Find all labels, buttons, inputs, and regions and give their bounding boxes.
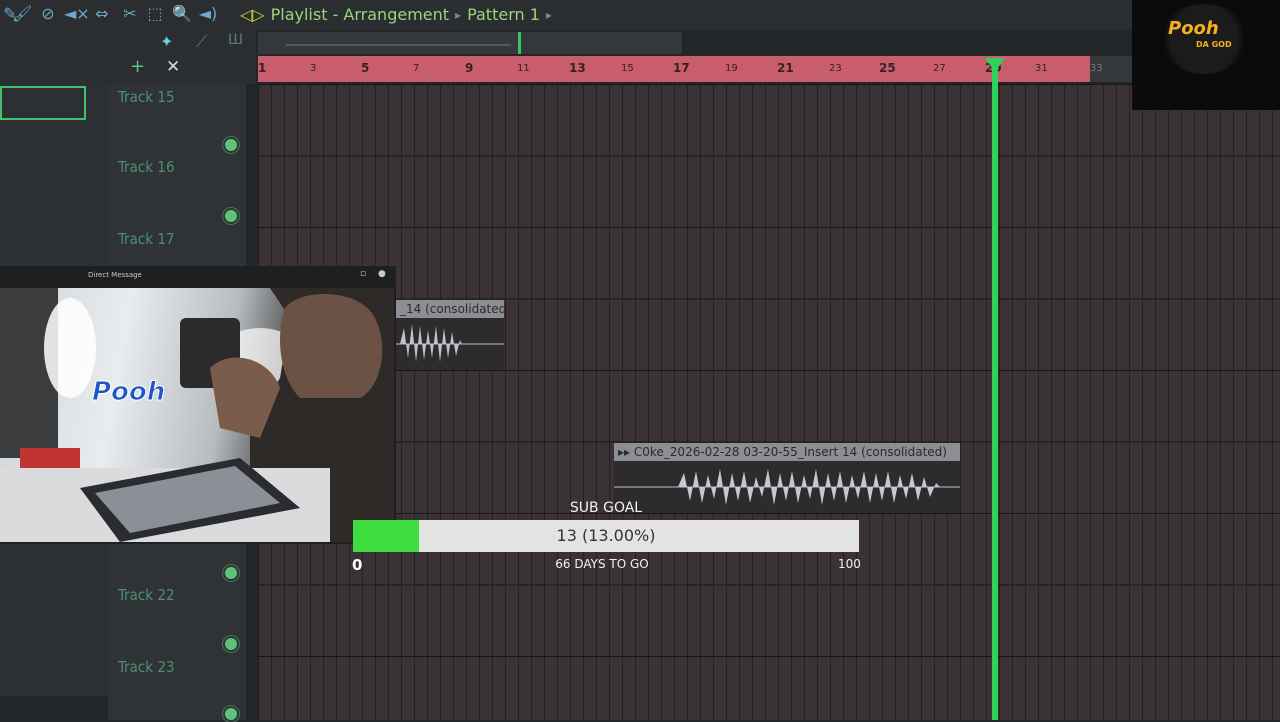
track-enable-led[interactable] [223,636,239,652]
ruler-tick-label: 25 [879,61,896,75]
playhead[interactable] [992,58,998,720]
minimize-icon[interactable]: ▫ [360,269,366,279]
close-icon[interactable]: ✕ [166,57,180,77]
ruler-tick-label: 27 [933,63,946,74]
add-track-icon[interactable]: + [130,56,145,77]
ruler-tick-label: 9 [465,61,474,75]
slip-icon[interactable]: ⇔ [92,4,112,24]
webcam-logo-text: Pooh [92,377,165,407]
ruler-tick-label: 7 [413,63,420,74]
ruler-tick-label: 19 [725,63,738,74]
clip-title: _14 (consolidated) [396,300,504,318]
pooh-logo [1160,4,1248,74]
ruler-tick-label: 15 [621,63,634,74]
ruler-tick-label: 3 [310,63,317,74]
ruler-tick-label: 17 [673,61,690,75]
webcam-scene: Pooh [0,288,394,542]
track-enable-led[interactable] [223,565,239,581]
webcam-feed: Pooh [0,288,394,542]
timeline-ruler[interactable]: 1 3 5 7 9 11 13 15 17 19 21 23 25 27 29 … [258,56,1090,82]
ruler-tick-label: 33 [1090,63,1103,74]
logo-subtext: DA GOD [1196,40,1232,49]
mute-icon[interactable]: ◄× [64,4,90,24]
track-label[interactable]: Track 15 [118,88,175,106]
ruler-tick-label: 5 [361,61,370,75]
playhead-marker-icon[interactable] [985,58,1005,72]
sub-goal-progress-text: 13 (13.00%) [556,526,656,545]
select-icon[interactable]: ⬚ [145,4,165,24]
pattern-selector[interactable]: Pattern 1 [467,2,540,28]
logo-text: Pooh [1168,18,1219,39]
playlist-arrow-icon[interactable]: ◁▷ [240,2,265,28]
grid-icon[interactable]: Ш [228,32,243,48]
browser-selected-item[interactable] [0,86,86,120]
webcam-window-title: Direct Message [88,271,142,279]
timeline-ruler-extension[interactable]: 33 [1090,56,1135,82]
secondary-toolbar: ✦ ⟋ Ш + ✕ [0,30,256,84]
ruler-tick-label: 13 [569,61,586,75]
track-enable-led[interactable] [223,137,239,153]
zoom-icon[interactable]: 🔍 [172,4,192,24]
playback-icon[interactable]: ◄) [198,4,218,24]
audio-clip[interactable]: _14 (consolidated) [396,300,504,370]
breadcrumb-separator-icon: ▸ [455,8,462,22]
ruler-tick-label: 1 [258,61,267,75]
track-label[interactable]: Track 16 [118,158,175,176]
track-enable-led[interactable] [223,208,239,224]
paint-icon[interactable]: 🖌 [12,4,32,24]
clip-play-icon: ▸▸ [618,445,634,459]
overview-position-marker[interactable] [518,32,521,54]
waveform [396,324,504,362]
toolbar: ✎ 🖌 ⊘ ◄× ⇔ ✂ ⬚ 🔍 ◄) [0,0,1280,30]
clip-title: C0ke_2026-02-28 03-20-55_Insert 14 (cons… [633,445,947,459]
sub-goal-min: 0 [352,556,363,574]
track-label[interactable]: Track 17 [118,230,175,248]
webcam-titlebar: Direct Message ▫ ● [0,266,396,286]
ruler-tick-label: 21 [777,61,794,75]
sub-goal-title: SUB GOAL [569,500,643,516]
link-icon[interactable]: ⟋ [196,32,207,52]
breadcrumb: ◁▷ Playlist - Arrangement ▸ Pattern 1 ▸ [240,2,552,28]
sub-goal-max: 100 [838,557,861,571]
track-label[interactable]: Track 22 [118,586,175,604]
playlist-grid[interactable] [258,84,1280,720]
window-title: Playlist - Arrangement [270,5,450,24]
waveform-icon[interactable]: ✦ [160,32,173,51]
ruler-tick-label: 11 [517,63,530,74]
track-label[interactable]: Track 23 [118,658,175,676]
ruler-tick-label: 23 [829,63,842,74]
close-icon[interactable]: ● [378,269,386,279]
breadcrumb-separator-icon: ▸ [545,8,552,22]
arrangement-overview[interactable] [258,32,682,54]
delete-icon[interactable]: ⊘ [38,4,58,24]
sub-goal-days-left: 66 DAYS TO GO [555,557,649,571]
ruler-tick-label: 31 [1035,63,1048,74]
slice-icon[interactable]: ✂ [120,4,140,24]
